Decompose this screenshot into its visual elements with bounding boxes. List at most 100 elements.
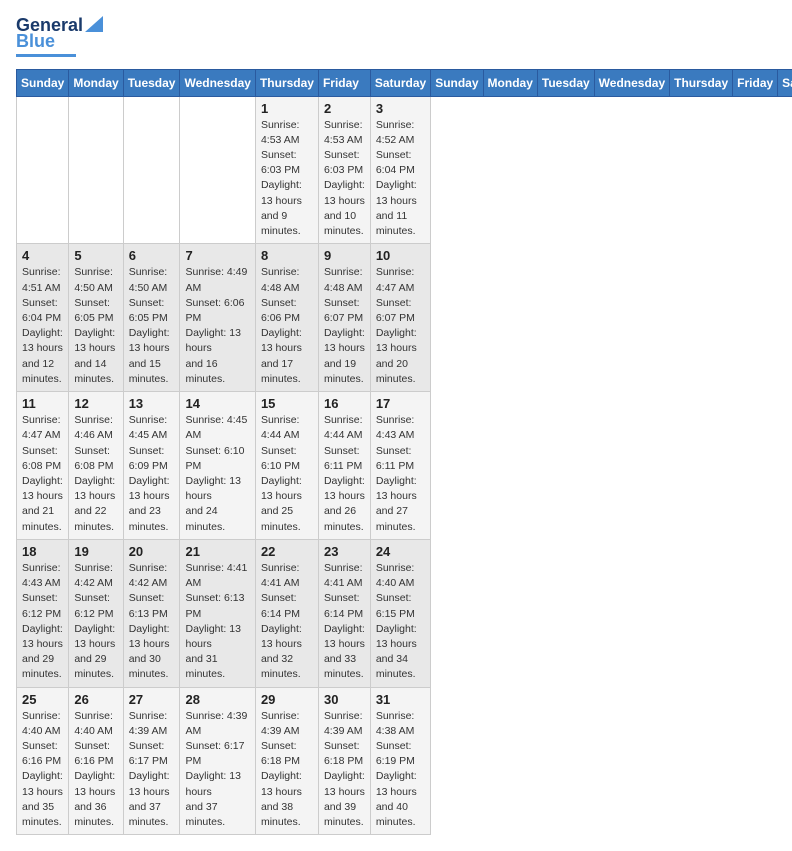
logo-underline <box>16 54 76 57</box>
logo-icon <box>85 16 103 32</box>
day-info: Sunrise: 4:41 AM Sunset: 6:13 PM Dayligh… <box>185 561 249 683</box>
logo: General Blue <box>16 16 103 57</box>
day-info: Sunrise: 4:46 AM Sunset: 6:08 PM Dayligh… <box>74 413 117 535</box>
day-info: Sunrise: 4:39 AM Sunset: 6:18 PM Dayligh… <box>261 709 313 831</box>
day-number: 24 <box>376 544 425 559</box>
day-number: 16 <box>324 396 365 411</box>
calendar-cell: 23 Sunrise: 4:41 AM Sunset: 6:14 PM Dayli… <box>318 539 370 687</box>
calendar-cell <box>123 96 180 244</box>
day-info: Sunrise: 4:38 AM Sunset: 6:19 PM Dayligh… <box>376 709 425 831</box>
calendar-week-5: 25 Sunrise: 4:40 AM Sunset: 6:16 PM Dayli… <box>17 687 792 835</box>
day-info: Sunrise: 4:48 AM Sunset: 6:07 PM Dayligh… <box>324 265 365 387</box>
day-number: 7 <box>185 248 249 263</box>
day-number: 30 <box>324 692 365 707</box>
day-info: Sunrise: 4:43 AM Sunset: 6:12 PM Dayligh… <box>22 561 63 683</box>
calendar-cell: 6Sunrise: 4:50 AM Sunset: 6:05 PM Daylig… <box>123 244 180 392</box>
col-header-monday: Monday <box>483 69 537 96</box>
day-number: 3 <box>376 101 425 116</box>
calendar-header-row: SundayMondayTuesdayWednesdayThursdayFrid… <box>17 69 792 96</box>
day-number: 18 <box>22 544 63 559</box>
col-header-monday: Monday <box>69 69 123 96</box>
calendar-cell: 21Sunrise: 4:41 AM Sunset: 6:13 PM Dayli… <box>180 539 255 687</box>
calendar-cell: 27 Sunrise: 4:39 AM Sunset: 6:17 PM Dayli… <box>123 687 180 835</box>
day-number: 8 <box>261 248 313 263</box>
calendar-cell: 3 Sunrise: 4:52 AM Sunset: 6:04 PM Daylig… <box>370 96 430 244</box>
day-info: Sunrise: 4:40 AM Sunset: 6:16 PM Dayligh… <box>74 709 117 831</box>
calendar-cell: 16 Sunrise: 4:44 AM Sunset: 6:11 PM Dayli… <box>318 392 370 540</box>
col-header-saturday: Saturday <box>370 69 430 96</box>
day-info: Sunrise: 4:39 AM Sunset: 6:17 PM Dayligh… <box>129 709 175 831</box>
day-number: 2 <box>324 101 365 116</box>
calendar-cell: 29 Sunrise: 4:39 AM Sunset: 6:18 PM Dayli… <box>255 687 318 835</box>
day-number: 26 <box>74 692 117 707</box>
day-info: Sunrise: 4:52 AM Sunset: 6:04 PM Dayligh… <box>376 118 425 240</box>
col-header-friday: Friday <box>733 69 778 96</box>
day-info: Sunrise: 4:47 AM Sunset: 6:07 PM Dayligh… <box>376 265 425 387</box>
day-info: Sunrise: 4:53 AM Sunset: 6:03 PM Dayligh… <box>261 118 313 240</box>
calendar-cell <box>180 96 255 244</box>
day-number: 31 <box>376 692 425 707</box>
calendar-cell: 20 Sunrise: 4:42 AM Sunset: 6:13 PM Dayli… <box>123 539 180 687</box>
day-info: Sunrise: 4:39 AM Sunset: 6:18 PM Dayligh… <box>324 709 365 831</box>
day-info: Sunrise: 4:41 AM Sunset: 6:14 PM Dayligh… <box>324 561 365 683</box>
col-header-tuesday: Tuesday <box>537 69 594 96</box>
day-info: Sunrise: 4:40 AM Sunset: 6:16 PM Dayligh… <box>22 709 63 831</box>
day-info: Sunrise: 4:50 AM Sunset: 6:05 PM Dayligh… <box>74 265 117 387</box>
day-info: Sunrise: 4:42 AM Sunset: 6:12 PM Dayligh… <box>74 561 117 683</box>
calendar-cell: 9Sunrise: 4:48 AM Sunset: 6:07 PM Daylig… <box>318 244 370 392</box>
day-info: Sunrise: 4:42 AM Sunset: 6:13 PM Dayligh… <box>129 561 175 683</box>
day-info: Sunrise: 4:48 AM Sunset: 6:06 PM Dayligh… <box>261 265 313 387</box>
calendar-week-1: 1 Sunrise: 4:53 AM Sunset: 6:03 PM Daylig… <box>17 96 792 244</box>
day-info: Sunrise: 4:45 AM Sunset: 6:09 PM Dayligh… <box>129 413 175 535</box>
calendar-cell: 24 Sunrise: 4:40 AM Sunset: 6:15 PM Dayli… <box>370 539 430 687</box>
calendar-cell <box>17 96 69 244</box>
day-number: 4 <box>22 248 63 263</box>
logo-text-blue: Blue <box>16 32 55 52</box>
col-header-friday: Friday <box>318 69 370 96</box>
calendar-cell: 26 Sunrise: 4:40 AM Sunset: 6:16 PM Dayli… <box>69 687 123 835</box>
calendar-cell: 1 Sunrise: 4:53 AM Sunset: 6:03 PM Daylig… <box>255 96 318 244</box>
day-info: Sunrise: 4:49 AM Sunset: 6:06 PM Dayligh… <box>185 265 249 387</box>
day-number: 12 <box>74 396 117 411</box>
day-number: 25 <box>22 692 63 707</box>
day-info: Sunrise: 4:47 AM Sunset: 6:08 PM Dayligh… <box>22 413 63 535</box>
calendar-week-4: 18 Sunrise: 4:43 AM Sunset: 6:12 PM Dayli… <box>17 539 792 687</box>
day-number: 5 <box>74 248 117 263</box>
calendar-cell: 28Sunrise: 4:39 AM Sunset: 6:17 PM Dayli… <box>180 687 255 835</box>
day-number: 27 <box>129 692 175 707</box>
day-info: Sunrise: 4:39 AM Sunset: 6:17 PM Dayligh… <box>185 709 249 831</box>
day-info: Sunrise: 4:51 AM Sunset: 6:04 PM Dayligh… <box>22 265 63 387</box>
day-info: Sunrise: 4:43 AM Sunset: 6:11 PM Dayligh… <box>376 413 425 535</box>
day-number: 22 <box>261 544 313 559</box>
day-number: 6 <box>129 248 175 263</box>
day-number: 29 <box>261 692 313 707</box>
calendar-cell: 31 Sunrise: 4:38 AM Sunset: 6:19 PM Dayli… <box>370 687 430 835</box>
calendar-cell: 18 Sunrise: 4:43 AM Sunset: 6:12 PM Dayli… <box>17 539 69 687</box>
day-number: 17 <box>376 396 425 411</box>
col-header-sunday: Sunday <box>17 69 69 96</box>
calendar-cell: 7 Sunrise: 4:49 AM Sunset: 6:06 PM Daylig… <box>180 244 255 392</box>
day-number: 23 <box>324 544 365 559</box>
calendar-table: SundayMondayTuesdayWednesdayThursdayFrid… <box>16 69 792 836</box>
calendar-week-2: 4 Sunrise: 4:51 AM Sunset: 6:04 PM Daylig… <box>17 244 792 392</box>
col-header-thursday: Thursday <box>670 69 733 96</box>
day-number: 10 <box>376 248 425 263</box>
day-number: 1 <box>261 101 313 116</box>
col-header-sunday: Sunday <box>431 69 483 96</box>
col-header-tuesday: Tuesday <box>123 69 180 96</box>
calendar-cell: 13Sunrise: 4:45 AM Sunset: 6:09 PM Dayli… <box>123 392 180 540</box>
day-number: 15 <box>261 396 313 411</box>
day-number: 11 <box>22 396 63 411</box>
day-number: 20 <box>129 544 175 559</box>
col-header-saturday: Saturday <box>778 69 792 96</box>
calendar-week-3: 11 Sunrise: 4:47 AM Sunset: 6:08 PM Dayli… <box>17 392 792 540</box>
calendar-cell: 10 Sunrise: 4:47 AM Sunset: 6:07 PM Dayli… <box>370 244 430 392</box>
day-info: Sunrise: 4:44 AM Sunset: 6:11 PM Dayligh… <box>324 413 365 535</box>
calendar-cell: 11 Sunrise: 4:47 AM Sunset: 6:08 PM Dayli… <box>17 392 69 540</box>
calendar-cell: 8 Sunrise: 4:48 AM Sunset: 6:06 PM Daylig… <box>255 244 318 392</box>
day-info: Sunrise: 4:40 AM Sunset: 6:15 PM Dayligh… <box>376 561 425 683</box>
calendar-cell: 4 Sunrise: 4:51 AM Sunset: 6:04 PM Daylig… <box>17 244 69 392</box>
calendar-cell: 2Sunrise: 4:53 AM Sunset: 6:03 PM Daylig… <box>318 96 370 244</box>
day-info: Sunrise: 4:45 AM Sunset: 6:10 PM Dayligh… <box>185 413 249 535</box>
day-info: Sunrise: 4:44 AM Sunset: 6:10 PM Dayligh… <box>261 413 313 535</box>
